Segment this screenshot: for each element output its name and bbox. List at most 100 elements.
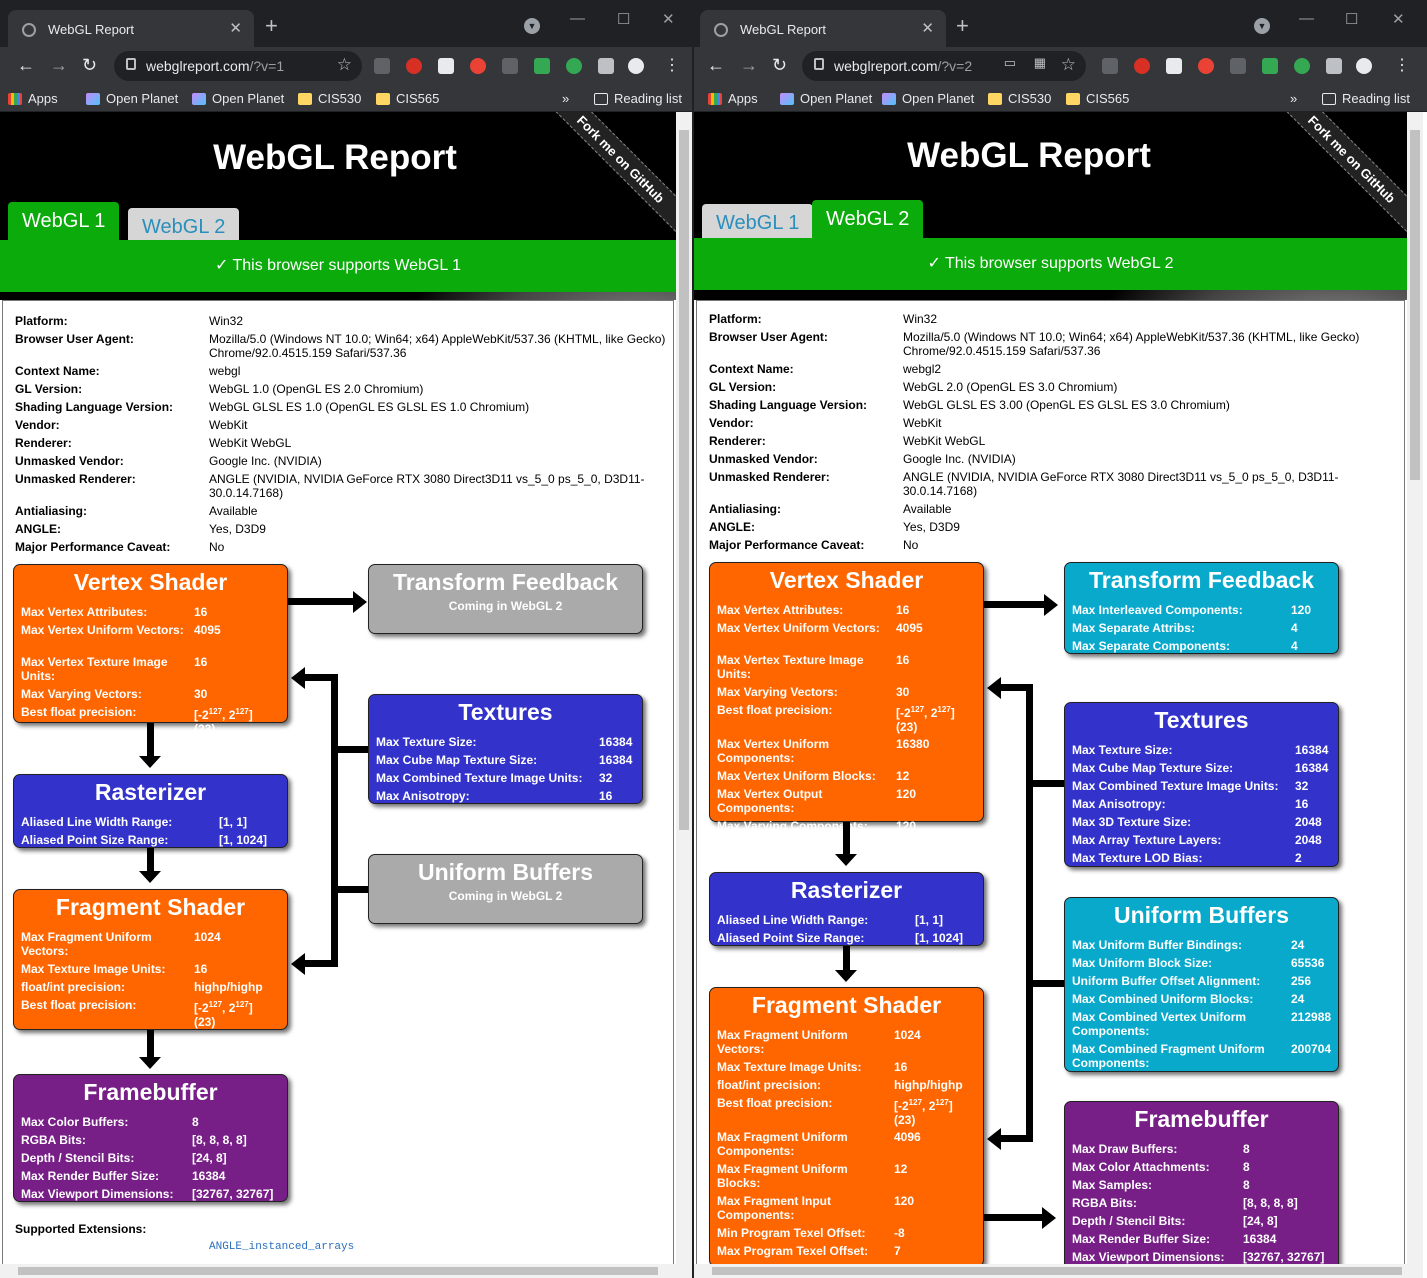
scroll-thumb[interactable]: [679, 130, 689, 830]
browser-tab[interactable]: WebGL Report ✕: [700, 10, 946, 47]
menu-kebab-icon[interactable]: ⋮: [1394, 55, 1410, 75]
property-value: 2048: [1295, 815, 1322, 829]
transform-feedback-box: Transform Feedback Coming in WebGL 2: [368, 564, 643, 634]
bookmark-open-planet-2[interactable]: Open Planet: [882, 91, 974, 106]
tab-webgl1[interactable]: WebGL 1: [8, 202, 120, 240]
info-key: Unmasked Vendor:: [709, 452, 818, 466]
tab-search-icon[interactable]: ▼: [524, 18, 540, 34]
bookmarks-bar: Apps Open Planet Open Planet CIS530 CIS5…: [0, 85, 692, 112]
adblock-icon[interactable]: [406, 58, 422, 74]
extension-hand-icon[interactable]: [1198, 58, 1214, 74]
close-window-icon[interactable]: ✕: [1392, 10, 1405, 28]
profile-avatar-icon[interactable]: [628, 58, 644, 74]
close-window-icon[interactable]: ✕: [662, 10, 675, 28]
extension-expand-icon[interactable]: [1230, 58, 1246, 74]
forward-icon[interactable]: →: [740, 55, 758, 76]
arrow-head-down: [835, 970, 857, 982]
extension-download-icon[interactable]: [1262, 58, 1278, 74]
minimize-icon[interactable]: —: [1299, 10, 1314, 27]
reading-list-button[interactable]: Reading list: [1322, 91, 1410, 106]
horizontal-scrollbar[interactable]: [0, 1264, 692, 1278]
bookmark-cis565[interactable]: CIS565: [1066, 91, 1129, 106]
minimize-icon[interactable]: —: [570, 10, 585, 27]
box-title: Uniform Buffers: [417, 859, 594, 885]
info-value: Win32: [903, 312, 938, 326]
bookmark-cis530[interactable]: CIS530: [988, 91, 1051, 106]
browser-tab[interactable]: WebGL Report ✕: [8, 10, 254, 47]
connector-bottom: [303, 960, 338, 967]
info-key: Context Name:: [15, 364, 100, 378]
qr-icon[interactable]: ▦: [1034, 55, 1046, 71]
extension-cube-icon[interactable]: [1166, 58, 1182, 74]
folder-icon: [298, 92, 312, 105]
scroll-thumb[interactable]: [712, 1267, 1402, 1275]
property-label: Max Color Buffers:: [21, 1115, 129, 1129]
extension-leaf-icon[interactable]: [1294, 58, 1310, 74]
bookmark-star-icon[interactable]: ☆: [337, 55, 352, 75]
property-value: [-2127, 2127] (23): [194, 707, 253, 736]
close-tab-icon[interactable]: ✕: [921, 19, 934, 37]
address-bar[interactable]: webglreport.com/?v=2 ▭ ▦ ☆: [802, 51, 1086, 81]
extension-download-icon[interactable]: [534, 58, 550, 74]
scroll-thumb[interactable]: [18, 1267, 658, 1275]
bookmark-apps[interactable]: Apps: [708, 91, 758, 106]
back-icon[interactable]: ←: [707, 55, 725, 76]
address-bar[interactable]: webglreport.com/?v=1 ☆: [114, 51, 362, 81]
horizontal-scrollbar[interactable]: [694, 1264, 1423, 1278]
bookmark-cis530[interactable]: CIS530: [298, 91, 361, 106]
cast-icon[interactable]: ▭: [1004, 55, 1016, 71]
property-label: Max Texture LOD Bias:: [1072, 851, 1203, 865]
adblock-icon[interactable]: [1134, 58, 1150, 74]
new-tab-icon[interactable]: +: [265, 15, 278, 37]
bookmark-star-icon[interactable]: ☆: [1061, 55, 1076, 75]
info-value: WebKit WebGL: [903, 434, 986, 448]
bookmarks-bar: Apps Open Planet Open Planet CIS530 CIS5…: [694, 85, 1427, 112]
extension-leaf-icon[interactable]: [566, 58, 582, 74]
forward-icon[interactable]: →: [50, 55, 68, 76]
profile-avatar-icon[interactable]: [1356, 58, 1372, 74]
extension-dsp-icon[interactable]: [1102, 58, 1118, 74]
extensions-puzzle-icon[interactable]: [1326, 58, 1342, 74]
tab-search-icon[interactable]: ▼: [1254, 18, 1270, 34]
github-ribbon[interactable]: Fork me on GitHub: [1268, 112, 1407, 243]
property-label: Max Combined Texture Image Units:: [376, 771, 583, 785]
maximize-icon[interactable]: ☐: [1345, 10, 1358, 28]
reload-icon[interactable]: ↻: [772, 55, 787, 76]
info-value: WebGL GLSL ES 3.00 (OpenGL ES GLSL ES 3.…: [903, 398, 1230, 412]
scroll-thumb[interactable]: [1410, 130, 1420, 480]
new-tab-icon[interactable]: +: [956, 15, 969, 37]
tab-webgl2[interactable]: WebGL 2: [812, 200, 924, 238]
bookmark-open-planet-1[interactable]: Open Planet: [780, 91, 872, 106]
property-label: Max Interleaved Components:: [1072, 603, 1243, 617]
extension-cube-icon[interactable]: [438, 58, 454, 74]
bookmark-cis565[interactable]: CIS565: [376, 91, 439, 106]
close-tab-icon[interactable]: ✕: [229, 19, 242, 37]
tab-webgl1[interactable]: WebGL 1: [702, 204, 814, 242]
bookmarks-overflow-icon[interactable]: »: [562, 91, 569, 106]
vertical-scrollbar[interactable]: [1407, 112, 1423, 1264]
property-value: 8: [1243, 1160, 1250, 1174]
vertical-scrollbar[interactable]: [676, 112, 692, 1264]
extension-hand-icon[interactable]: [470, 58, 486, 74]
bookmark-open-planet-1[interactable]: Open Planet: [86, 91, 178, 106]
bookmark-apps[interactable]: Apps: [8, 91, 58, 106]
info-value: WebGL 1.0 (OpenGL ES 2.0 Chromium): [209, 382, 424, 396]
bookmark-open-planet-2[interactable]: Open Planet: [192, 91, 284, 106]
property-label: Max Vertex Texture Image Units:: [21, 655, 168, 683]
maximize-icon[interactable]: ☐: [617, 10, 630, 28]
extension-dsp-icon[interactable]: [374, 58, 390, 74]
bookmarks-overflow-icon[interactable]: »: [1290, 91, 1297, 106]
back-icon[interactable]: ←: [17, 55, 35, 76]
url-text: webglreport.com/?v=1: [146, 58, 285, 74]
property-value: 12: [896, 769, 910, 783]
extensions-puzzle-icon[interactable]: [598, 58, 614, 74]
property-value: [1, 1]: [219, 815, 248, 829]
property-label: Depth / Stencil Bits:: [1072, 1214, 1186, 1228]
property-label: Max Color Attachments:: [1072, 1160, 1210, 1174]
open-planet-icon: [192, 92, 206, 105]
property-value: 16384: [192, 1169, 226, 1183]
extension-expand-icon[interactable]: [502, 58, 518, 74]
menu-kebab-icon[interactable]: ⋮: [664, 55, 680, 75]
reading-list-button[interactable]: Reading list: [594, 91, 682, 106]
reload-icon[interactable]: ↻: [82, 55, 97, 76]
